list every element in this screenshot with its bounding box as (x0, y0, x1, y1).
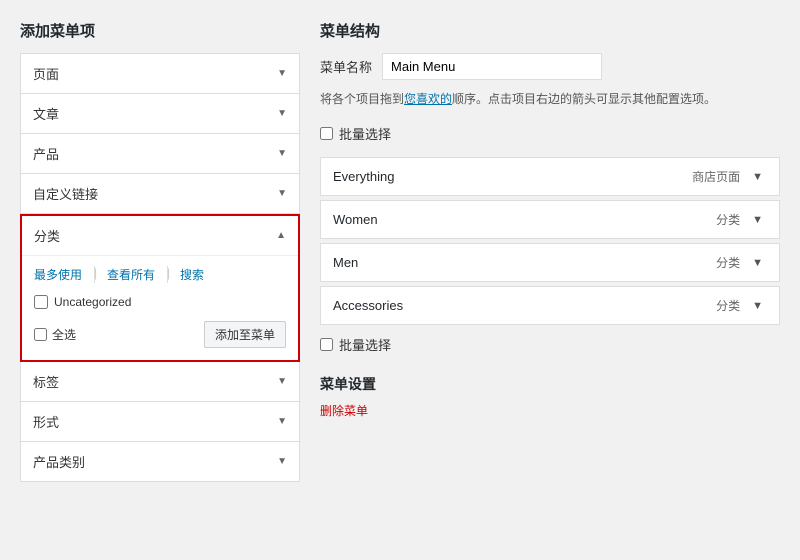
menu-item-everything-label: Everything (333, 169, 394, 184)
accordion-categories-header[interactable]: 分类 ▲ (22, 216, 298, 255)
tab-most-used[interactable]: 最多使用 (34, 266, 82, 283)
right-panel-title: 菜单结构 (320, 20, 780, 41)
menu-name-row: 菜单名称 (320, 53, 780, 80)
bulk-select-bottom-row: 批量选择 (320, 331, 780, 358)
menu-item-men-expand[interactable]: ▼ (748, 255, 767, 271)
chevron-down-icon: ▼ (277, 376, 287, 387)
bulk-select-top-label: 批量选择 (339, 124, 391, 143)
menu-item-men-label: Men (333, 255, 358, 270)
menu-item-men-right: 分类 ▼ (716, 254, 767, 271)
accordion-categories-label: 分类 (34, 226, 60, 245)
menu-name-input[interactable] (382, 53, 602, 80)
tab-view-all[interactable]: 查看所有 (107, 266, 155, 283)
bulk-select-top-row: 批量选择 (320, 120, 780, 147)
menu-item-everything-expand[interactable]: ▼ (748, 169, 767, 185)
accordion-articles-header[interactable]: 文章 ▼ (21, 94, 299, 133)
menu-item-women: Women 分类 ▼ (320, 200, 780, 239)
chevron-up-icon: ▲ (276, 230, 286, 241)
menu-item-men: Men 分类 ▼ (320, 243, 780, 282)
accordion-product-categories-header[interactable]: 产品类别 ▼ (21, 442, 299, 481)
menu-item-accessories-type: 分类 (716, 297, 740, 314)
tab-search[interactable]: 搜索 (180, 266, 204, 283)
tab-divider2: | (167, 266, 168, 283)
category-checkbox-uncategorized[interactable] (34, 295, 48, 309)
accordion-products-label: 产品 (33, 144, 59, 163)
instructions-text: 将各个项目拖到您喜欢的顺序。点击项目右边的箭头可显示其他配置选项。 (320, 90, 780, 108)
chevron-down-icon: ▼ (277, 108, 287, 119)
chevron-down-icon: ▼ (277, 68, 287, 79)
menu-item-women-label: Women (333, 212, 378, 227)
chevron-down-icon: ▼ (277, 456, 287, 467)
category-label-uncategorized: Uncategorized (54, 295, 131, 309)
accordion-styles-label: 形式 (33, 412, 59, 431)
accordion-custom-link-label: 自定义链接 (33, 184, 98, 203)
accordion-articles: 文章 ▼ (20, 94, 300, 134)
right-panel: 菜单结构 菜单名称 将各个项目拖到您喜欢的顺序。点击项目右边的箭头可显示其他配置… (320, 20, 780, 540)
select-all-label: 全选 (52, 326, 76, 343)
menu-item-women-type: 分类 (716, 211, 740, 228)
accordion-pages-label: 页面 (33, 64, 59, 83)
accordion-products-header[interactable]: 产品 ▼ (21, 134, 299, 173)
menu-item-everything: Everything 商店页面 ▼ (320, 157, 780, 196)
bulk-select-bottom-checkbox[interactable] (320, 338, 333, 351)
category-checkbox-list: Uncategorized (34, 293, 286, 311)
select-all-checkbox[interactable] (34, 328, 47, 341)
accordion-tags-header[interactable]: 标签 ▼ (21, 362, 299, 401)
accordion-tags: 标签 ▼ (20, 362, 300, 402)
accordion-product-categories: 产品类别 ▼ (20, 442, 300, 482)
accordion-styles-header[interactable]: 形式 ▼ (21, 402, 299, 441)
menu-item-accessories: Accessories 分类 ▼ (320, 286, 780, 325)
chevron-down-icon: ▼ (277, 188, 287, 199)
accordion-categories-body: 最多使用 | 查看所有 | 搜索 Uncategorized 全选 (22, 255, 298, 360)
accordion-product-categories-label: 产品类别 (33, 452, 85, 471)
accordion-categories-footer: 全选 添加至菜单 (34, 321, 286, 348)
bulk-select-top-checkbox[interactable] (320, 127, 333, 140)
category-item-uncategorized: Uncategorized (34, 293, 286, 311)
menu-item-everything-right: 商店页面 ▼ (692, 168, 767, 185)
accordion-tags-label: 标签 (33, 372, 59, 391)
instructions-highlight: 您喜欢的 (404, 92, 452, 106)
accordion-categories: 分类 ▲ 最多使用 | 查看所有 | 搜索 Uncategorized (20, 214, 300, 362)
chevron-down-icon: ▼ (277, 148, 287, 159)
menu-item-women-right: 分类 ▼ (716, 211, 767, 228)
accordion-custom-link: 自定义链接 ▼ (20, 174, 300, 214)
menu-item-women-expand[interactable]: ▼ (748, 212, 767, 228)
bulk-select-bottom-label: 批量选择 (339, 335, 391, 354)
menu-item-accessories-right: 分类 ▼ (716, 297, 767, 314)
accordion-styles: 形式 ▼ (20, 402, 300, 442)
menu-item-men-type: 分类 (716, 254, 740, 271)
add-to-menu-button[interactable]: 添加至菜单 (204, 321, 286, 348)
left-panel: 添加菜单项 页面 ▼ 文章 ▼ 产品 ▼ 自定义链接 ▼ (20, 20, 300, 540)
accordion-custom-link-header[interactable]: 自定义链接 ▼ (21, 174, 299, 213)
delete-menu-link[interactable]: 删除菜单 (320, 404, 368, 418)
accordion-pages-header[interactable]: 页面 ▼ (21, 54, 299, 93)
menu-settings-section: 菜单设置 删除菜单 (320, 374, 780, 419)
menu-item-accessories-label: Accessories (333, 298, 403, 313)
chevron-down-icon: ▼ (277, 416, 287, 427)
select-all-row: 全选 (34, 326, 76, 343)
menu-name-label: 菜单名称 (320, 57, 372, 76)
menu-item-everything-type: 商店页面 (692, 168, 740, 185)
menu-item-accessories-expand[interactable]: ▼ (748, 298, 767, 314)
tab-divider: | (94, 266, 95, 283)
accordion-products: 产品 ▼ (20, 134, 300, 174)
left-panel-title: 添加菜单项 (20, 20, 300, 41)
accordion-articles-label: 文章 (33, 104, 59, 123)
accordion-pages: 页面 ▼ (20, 53, 300, 94)
category-tabs: 最多使用 | 查看所有 | 搜索 (34, 266, 286, 283)
menu-settings-title: 菜单设置 (320, 374, 780, 394)
